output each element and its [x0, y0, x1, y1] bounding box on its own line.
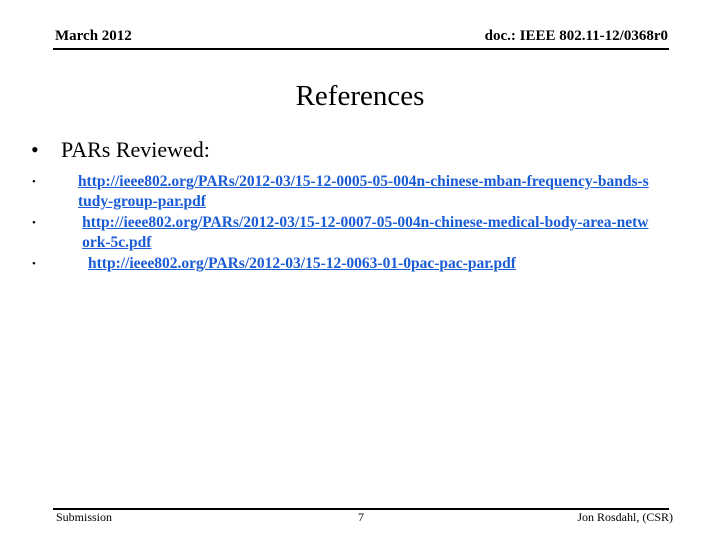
main-bullet: • PARs Reviewed:: [31, 137, 210, 163]
par-link-medical-ban[interactable]: http://ieee802.org/PARs/2012-03/15-12-00…: [82, 213, 651, 253]
bullet-icon: •: [32, 176, 36, 188]
par-link-mban[interactable]: http://ieee802.org/PARs/2012-03/15-12-00…: [78, 172, 651, 212]
link-list: • http://ieee802.org/PARs/2012-03/15-12-…: [31, 172, 651, 275]
main-bullet-text: PARs Reviewed:: [61, 137, 210, 162]
bullet-icon: •: [32, 217, 36, 229]
bullet-icon: •: [31, 137, 39, 162]
header-doc-id: doc.: IEEE 802.11-12/0368r0: [484, 28, 668, 44]
list-item: • http://ieee802.org/PARs/2012-03/15-12-…: [31, 172, 651, 212]
list-item: • http://ieee802.org/PARs/2012-03/15-12-…: [31, 213, 651, 253]
bullet-icon: •: [32, 258, 36, 270]
header-divider: [53, 48, 669, 50]
par-link-pac[interactable]: http://ieee802.org/PARs/2012-03/15-12-00…: [88, 254, 516, 274]
list-item: • http://ieee802.org/PARs/2012-03/15-12-…: [31, 254, 651, 274]
footer-submission: Submission: [56, 510, 113, 524]
footer-author: Jon Rosdahl, (CSR): [577, 510, 673, 524]
slide-title: References: [295, 80, 425, 112]
header-date: March 2012: [55, 28, 132, 44]
page-number: 7: [358, 510, 364, 524]
